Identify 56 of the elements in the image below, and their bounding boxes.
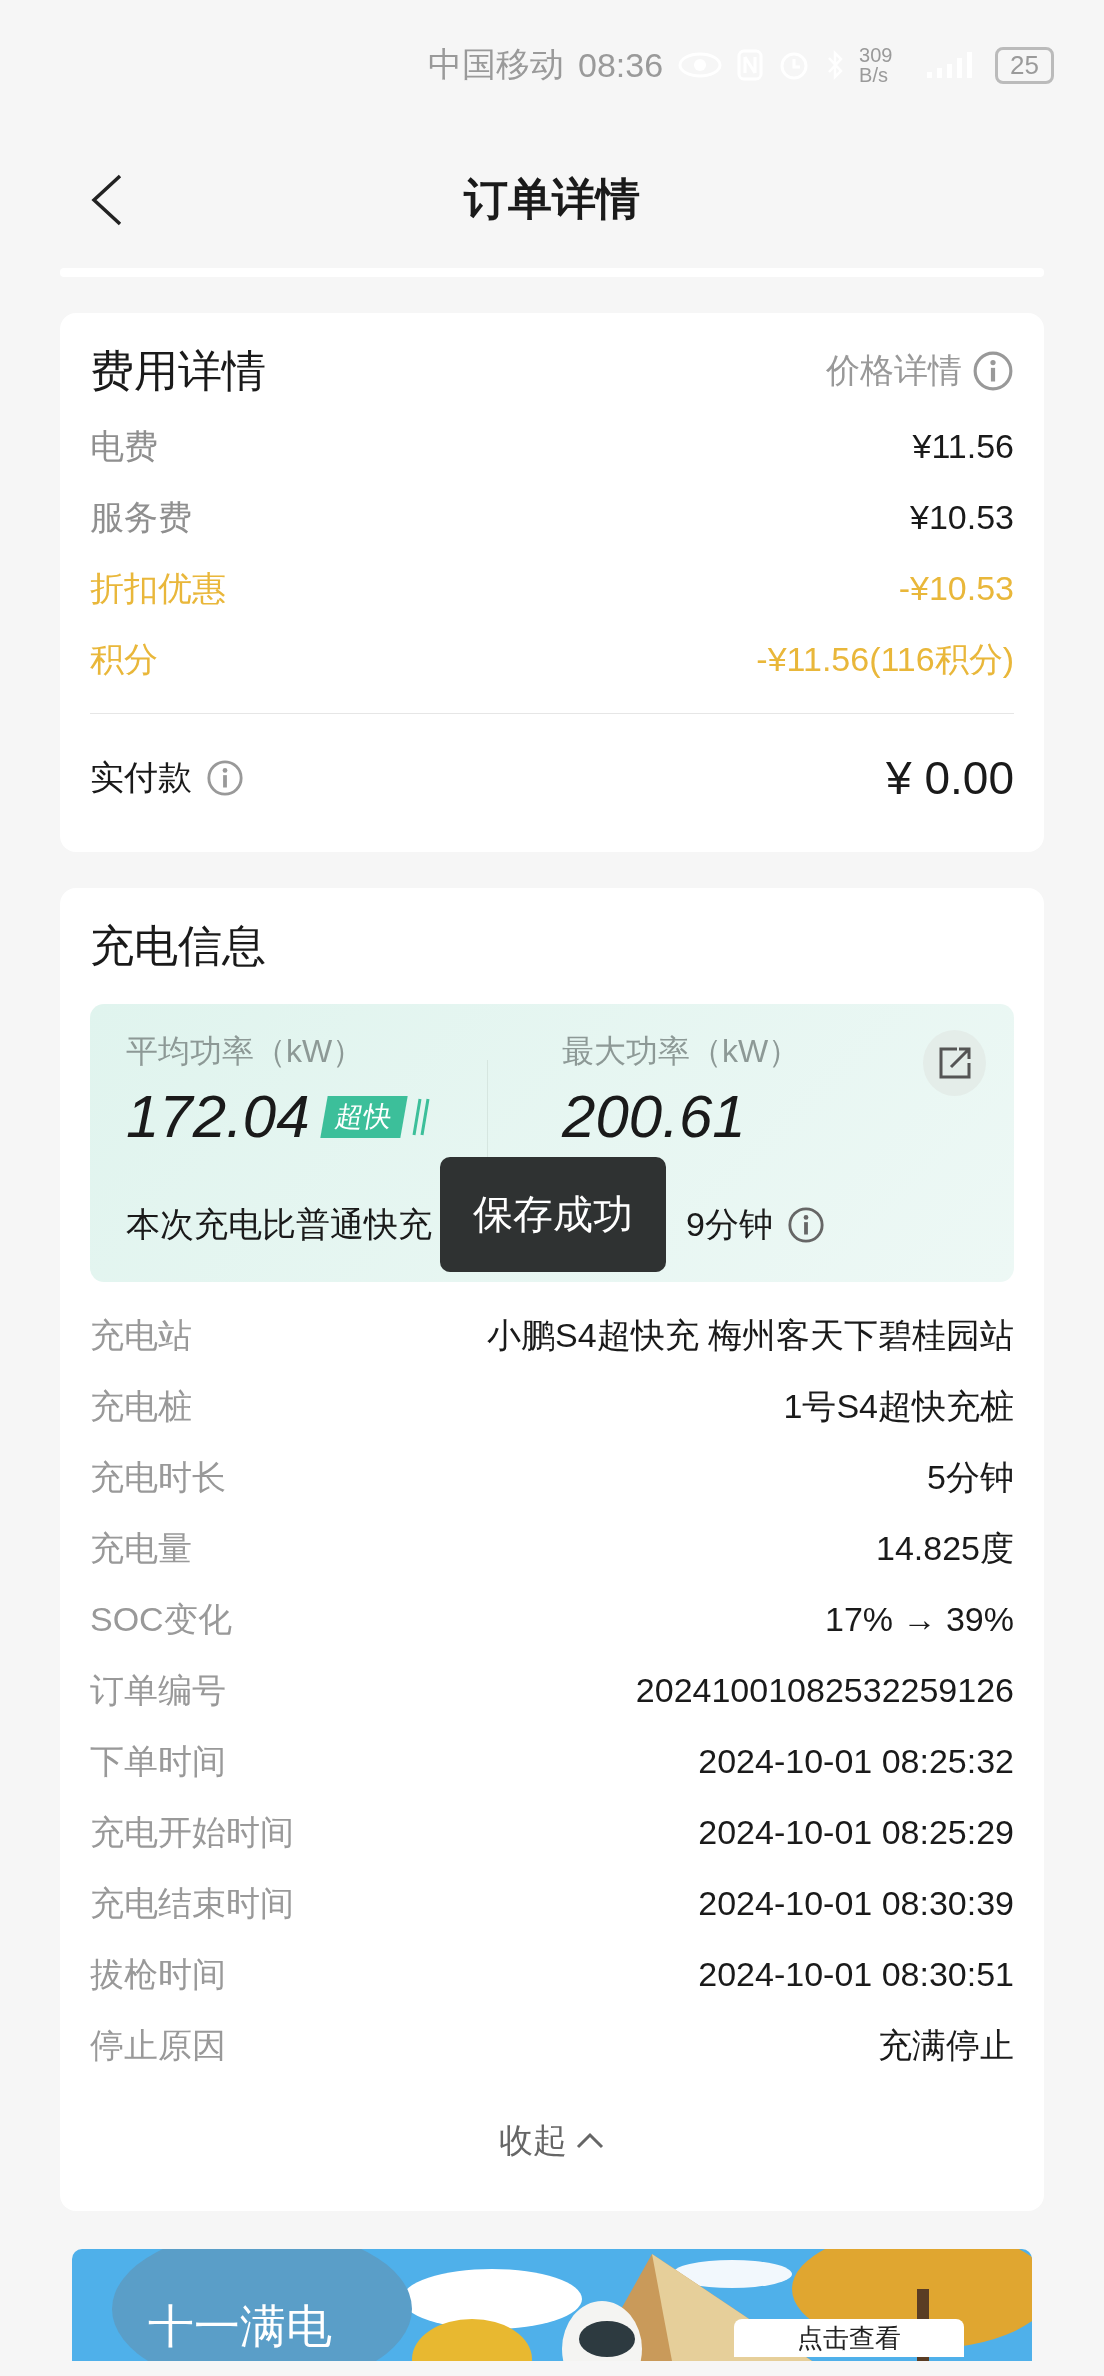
fee-value: ¥11.56 [912, 427, 1014, 466]
detail-label: SOC变化 [90, 1598, 232, 1640]
stat-value: 172.04 [126, 1082, 310, 1151]
detail-value: 20241001082532259126 [635, 1671, 1014, 1710]
fee-label: 电费 [90, 425, 158, 467]
info-icon[interactable] [786, 1206, 825, 1244]
fee-value: -¥10.53 [898, 569, 1014, 608]
info-icon[interactable] [206, 759, 244, 797]
detail-value: 2024-10-01 08:25:32 [698, 1742, 1014, 1781]
network-speed: 309 B/s [859, 45, 894, 85]
detail-label: 下单时间 [90, 1740, 226, 1782]
collapse-button[interactable]: 收起 [90, 2091, 1014, 2191]
fee-label: 积分 [90, 638, 158, 680]
battery-level: 25 [995, 46, 1054, 84]
info-icon[interactable] [972, 350, 1014, 392]
detail-label: 充电桩 [90, 1385, 192, 1427]
stripes-icon [411, 1096, 432, 1137]
detail-value: 5分钟 [927, 1456, 1014, 1498]
banner-title: 十一满电 [148, 2303, 332, 2349]
detail-value: 2024-10-01 08:25:29 [698, 1813, 1014, 1852]
detail-label: 充电站 [90, 1314, 192, 1356]
toast-message: 保存成功 [440, 1157, 666, 1272]
detail-label: 充电时长 [90, 1456, 226, 1498]
detail-value: 17% → 39% [825, 1600, 1014, 1639]
stat-label: 平均功率（kW） [126, 1032, 366, 1071]
fee-label: 折扣优惠 [90, 567, 226, 609]
detail-value: 1号S4超快充桩 [783, 1385, 1014, 1427]
detail-value: 小鹏S4超快充 梅州客天下碧桂园站 [486, 1314, 1014, 1356]
page-title: 订单详情 [464, 172, 640, 225]
fee-label: 服务费 [90, 496, 192, 538]
clock-time: 08:36 [578, 45, 664, 85]
detail-label: 充电结束时间 [90, 1882, 294, 1924]
fee-value: -¥11.56(116积分) [756, 638, 1014, 680]
total-amount: ¥ 0.00 [886, 751, 1014, 805]
detail-label: 停止原因 [90, 2024, 226, 2066]
detail-label: 充电量 [90, 1527, 192, 1569]
detail-label: 订单编号 [90, 1669, 226, 1711]
section-title: 充电信息 [90, 919, 267, 972]
stat-label: 最大功率（kW） [562, 1032, 802, 1071]
carrier-name: 中国移动 [428, 44, 564, 85]
detail-label: 充电开始时间 [90, 1811, 294, 1853]
total-label: 实付款 [90, 757, 192, 798]
fee-value: ¥10.53 [910, 498, 1014, 537]
chevron-up-icon [575, 2131, 605, 2151]
detail-value: 2024-10-01 08:30:51 [698, 1955, 1014, 1994]
promo-banner[interactable]: 十一满电 点击查看 [72, 2249, 1032, 2376]
detail-value: 充满停止 [878, 2024, 1014, 2066]
detail-value: 14.825度 [876, 1527, 1014, 1569]
saving-note: 本次充电比普通快充 [126, 1204, 432, 1245]
detail-label: 拔枪时间 [90, 1953, 226, 1995]
section-title: 费用详情 [90, 344, 267, 397]
speed-badge: 超快 [319, 1095, 408, 1138]
saving-note: 9分钟 [686, 1204, 773, 1245]
detail-value: 2024-10-01 08:30:39 [698, 1884, 1014, 1923]
stat-value: 200.61 [562, 1082, 746, 1151]
view-button[interactable]: 点击查看 [734, 2319, 964, 2357]
